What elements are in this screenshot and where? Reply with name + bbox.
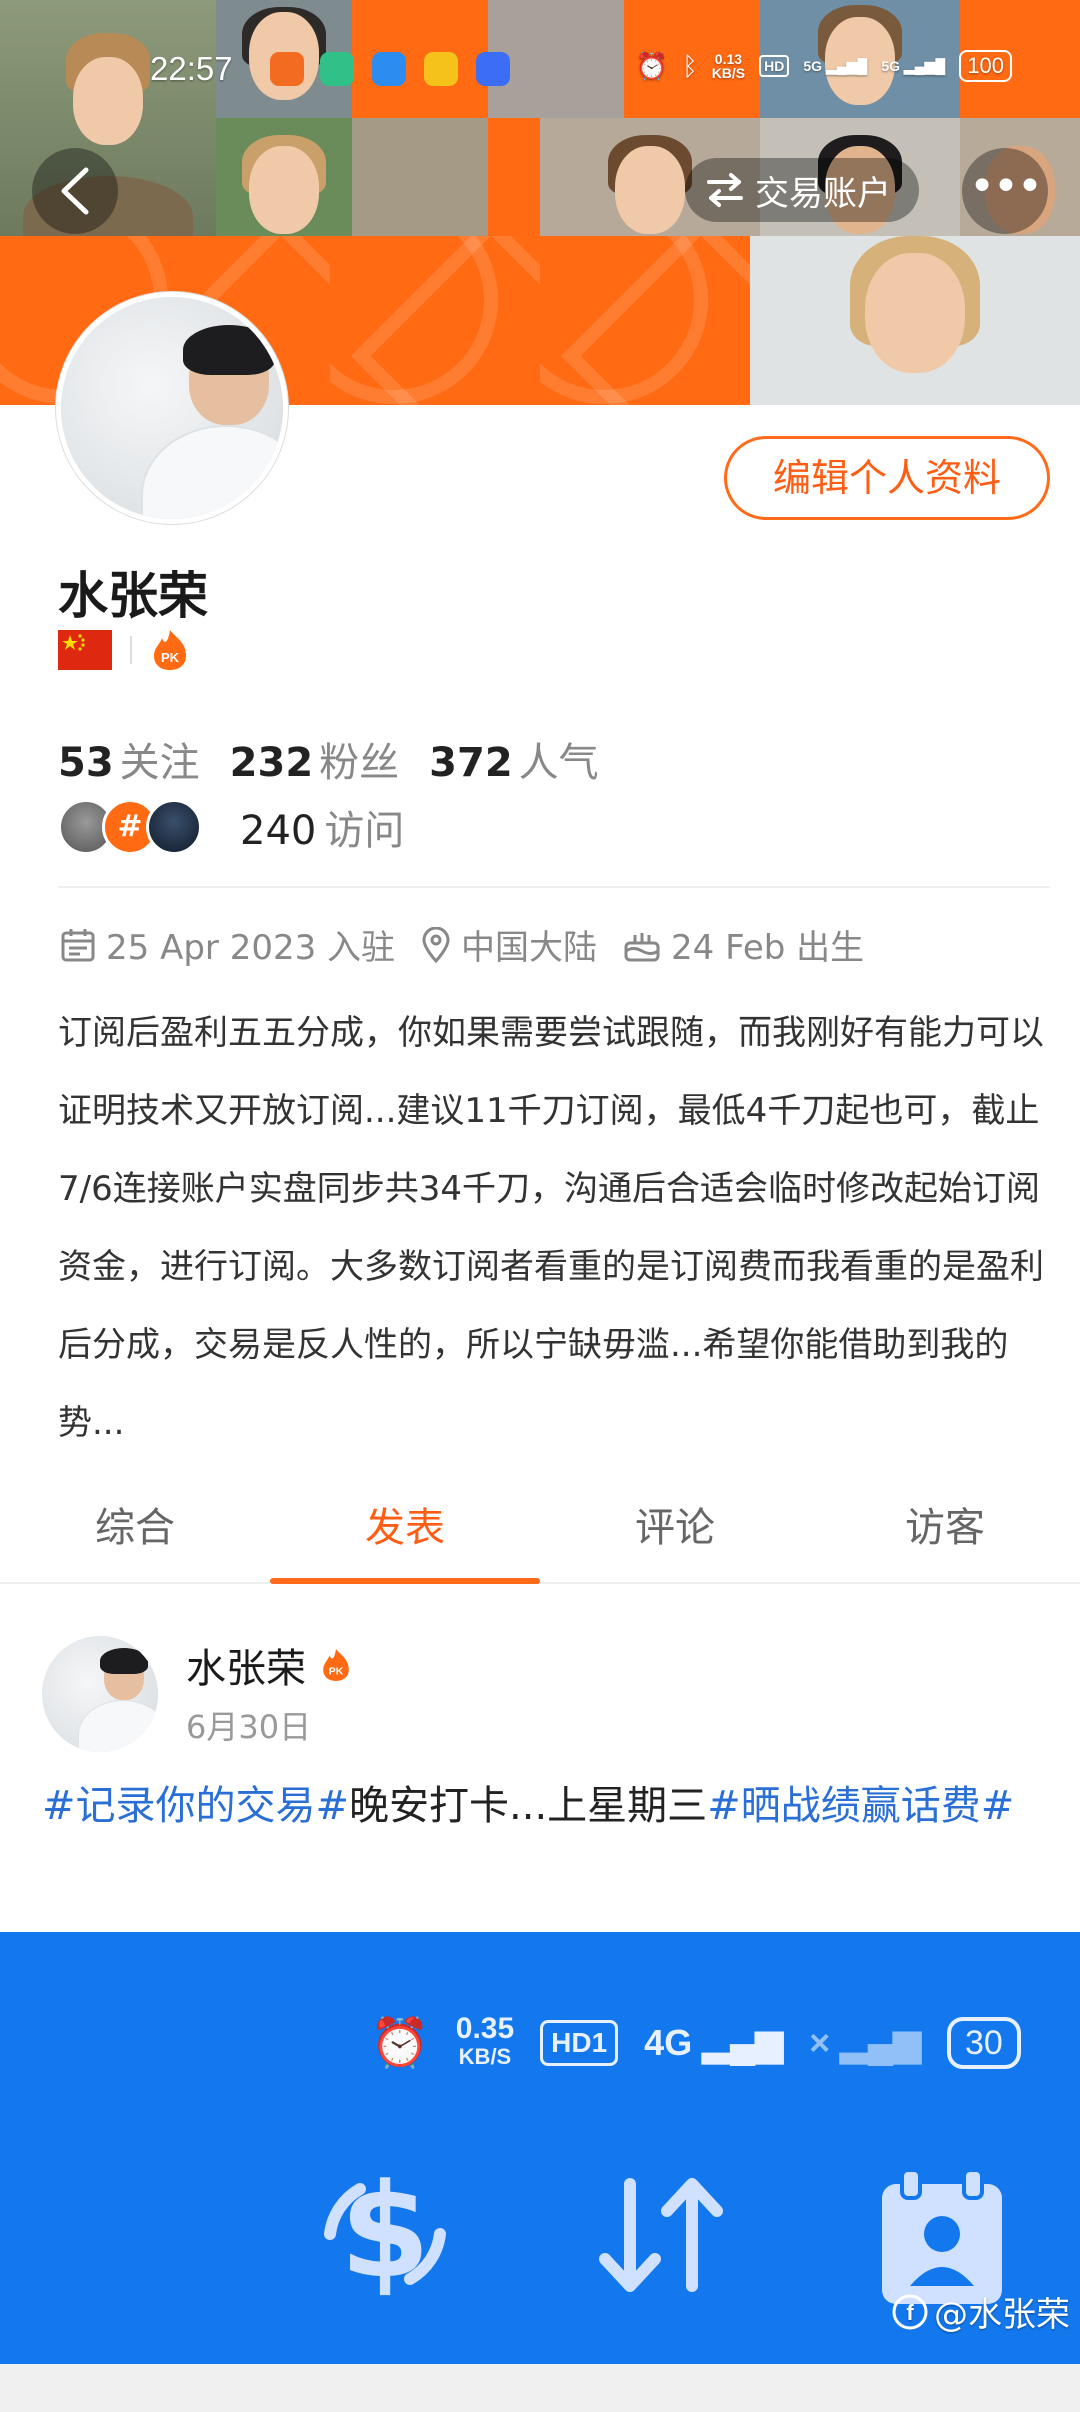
app-notification-icon — [372, 52, 406, 86]
currency-exchange-icon: $ — [324, 2164, 446, 2304]
profile-avatar[interactable] — [56, 292, 288, 524]
post-author[interactable]: 水张荣 PK — [186, 1636, 352, 1694]
joined-date: 25 Apr 2023 入驻 — [60, 920, 395, 969]
profile-name: 水张荣 — [58, 567, 208, 625]
birthday: 24 Feb 出生 — [623, 920, 864, 969]
badge-divider — [130, 636, 132, 664]
following-stat[interactable]: 53 关注 — [58, 730, 200, 788]
post-image[interactable]: ⏰ 0.35 KB/S HD1 4G ▂▄▆ × ▂▄▆ 30 $ f @水张荣 — [0, 1932, 1080, 2364]
battery-icon: 30 — [947, 2016, 1021, 2069]
tab-posts[interactable]: 发表 — [270, 1480, 540, 1584]
divider — [58, 886, 1050, 888]
svg-text:f: f — [906, 2300, 914, 2325]
signal-icon: 5G ▂▄▆█ — [803, 58, 868, 74]
svg-text:$: $ — [340, 2164, 430, 2304]
post-body-text: 晚安打卡...上星期三 — [349, 1783, 708, 1829]
back-button[interactable] — [32, 148, 118, 234]
hashtag-link[interactable]: #晒战绩赢话费# — [707, 1783, 1014, 1829]
app-notification-icon — [270, 52, 304, 86]
tab-comments[interactable]: 评论 — [540, 1480, 810, 1582]
hd-icon: HD — [759, 55, 790, 77]
pk-flame-icon[interactable]: PK — [150, 628, 190, 672]
app-logo-icon: f — [892, 2294, 928, 2329]
image-action-icons: $ — [324, 2164, 1002, 2304]
watermark: f @水张荣 — [892, 2287, 1070, 2336]
calendar-icon — [61, 928, 95, 961]
banner-pattern — [540, 236, 750, 405]
post-text[interactable]: #记录你的交易#晚安打卡...上星期三#晒战绩赢话费# — [42, 1770, 1052, 1842]
bluetooth-icon: ᛒ — [682, 50, 698, 81]
location-pin-icon — [422, 926, 450, 963]
post-date: 6月30日 — [186, 1708, 312, 1746]
alarm-icon: ⏰ — [635, 50, 669, 81]
switch-account-label: 交易账户 — [755, 173, 891, 214]
post-author-name: 水张荣 — [186, 1646, 306, 1692]
chevron-left-icon — [61, 167, 89, 215]
banner-photo — [750, 236, 1080, 405]
profile-stats: 53 关注 232 粉丝 372 人气 — [58, 730, 599, 788]
profile-badges: PK — [58, 628, 190, 672]
tab-visitors[interactable]: 访客 — [810, 1480, 1080, 1582]
more-button[interactable]: ••• — [962, 148, 1048, 234]
visitors-row[interactable]: # 240 访问 — [58, 798, 404, 856]
pk-flame-icon: PK — [323, 1649, 349, 1681]
visits-count: 240 访问 — [240, 808, 405, 854]
no-signal-icon: × ▂▄▆ — [809, 2021, 921, 2063]
signal-icon: 5G ▂▄▆█ — [881, 58, 946, 74]
banner-pattern — [330, 236, 540, 405]
tab-overview[interactable]: 综合 — [0, 1480, 270, 1582]
profile-bio: 订阅后盈利五五分成，你如果需要尝试跟随，而我刚好有能力可以证明技术又开放订阅..… — [58, 1013, 1044, 1443]
hd-icon: HD1 — [540, 2019, 619, 2066]
contact-card-icon — [882, 2168, 1002, 2304]
svg-text:PK: PK — [161, 650, 180, 665]
post-author-avatar[interactable] — [42, 1636, 158, 1752]
status-time: 22:57 — [150, 50, 233, 87]
hashtag-link[interactable]: #记录你的交易# — [42, 1783, 349, 1829]
china-flag-icon — [58, 630, 112, 670]
visitor-avatar — [146, 799, 202, 855]
popularity-stat[interactable]: 372 人气 — [429, 730, 599, 788]
signal-icon: 4G ▂▄▆ — [644, 2021, 784, 2063]
app-notification-icon — [424, 52, 458, 86]
switch-account-button[interactable]: 交易账户 — [685, 158, 919, 222]
app-notification-icon — [320, 52, 354, 86]
alarm-icon: ⏰ — [370, 2017, 430, 2070]
profile-meta: 25 Apr 2023 入驻 中国大陆 24 Feb 出生 — [60, 920, 864, 969]
more-dots-icon: ••• — [969, 161, 1043, 212]
svg-text:PK: PK — [329, 1667, 344, 1678]
image-net-speed: 0.35 KB/S — [455, 2011, 515, 2069]
swap-arrows-icon — [707, 173, 743, 207]
app-notification-icon — [476, 52, 510, 86]
followers-stat[interactable]: 232 粉丝 — [230, 730, 400, 788]
edit-profile-button[interactable]: 编辑个人资料 — [724, 436, 1050, 520]
image-status-bar: ⏰ 0.35 KB/S HD1 4G ▂▄▆ × ▂▄▆ 30 — [370, 2011, 1021, 2071]
bottom-strip — [0, 2364, 1080, 2412]
cake-icon — [624, 932, 660, 961]
location: 中国大陆 — [421, 920, 597, 969]
net-speed: 0.13 KB/S — [711, 51, 746, 81]
battery-icon: 100 — [959, 50, 1012, 82]
status-bar: 22:57 ⏰ ᛒ 0.13 KB/S HD 5G ▂▄▆█ 5G ▂▄▆█ 10… — [0, 0, 1080, 140]
transfer-arrows-icon — [599, 2178, 723, 2292]
profile-tabs: 综合 发表 评论 访客 — [0, 1480, 1080, 1584]
